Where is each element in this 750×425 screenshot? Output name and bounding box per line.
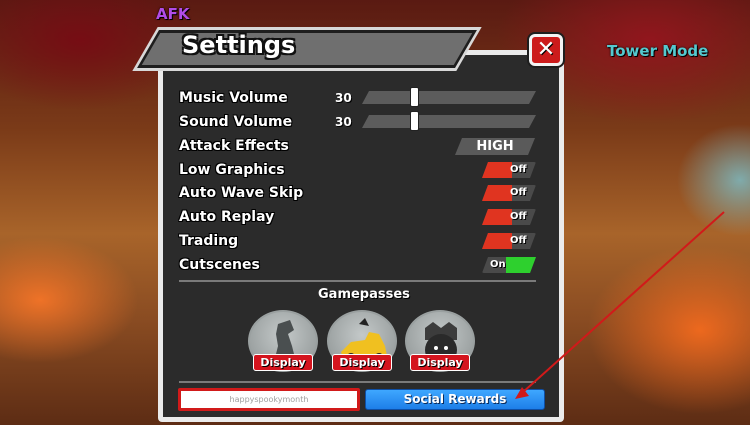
close-icon: ✕ <box>536 37 556 62</box>
auto-wave-skip-state: Off <box>510 187 527 198</box>
music-volume-slider[interactable] <box>362 91 536 104</box>
sound-volume-label: Sound Volume <box>179 114 293 130</box>
close-button[interactable]: ✕ <box>529 34 563 66</box>
gamepasses-title: Gamepasses <box>318 287 410 302</box>
music-volume-label: Music Volume <box>179 90 288 106</box>
low-graphics-label: Low Graphics <box>179 162 285 178</box>
music-volume-thumb[interactable] <box>410 87 420 107</box>
auto-replay-toggle[interactable]: Off <box>482 209 536 225</box>
cutscenes-toggle[interactable]: On <box>482 257 536 273</box>
trading-state: Off <box>510 235 527 246</box>
cutscenes-label: Cutscenes <box>179 257 260 273</box>
gamepass-display-button-3[interactable]: Display <box>410 354 470 371</box>
sound-volume-thumb[interactable] <box>410 111 420 131</box>
code-input[interactable] <box>178 388 360 411</box>
divider-bottom <box>179 381 536 383</box>
sound-volume-value: 30 <box>335 115 352 129</box>
auto-replay-label: Auto Replay <box>179 209 275 225</box>
social-rewards-button[interactable]: Social Rewards <box>365 389 545 410</box>
attack-effects-label: Attack Effects <box>179 138 289 154</box>
tower-mode-label: Tower Mode <box>607 42 709 60</box>
divider <box>179 280 536 282</box>
low-graphics-toggle[interactable]: Off <box>482 162 536 178</box>
music-volume-value: 30 <box>335 91 352 105</box>
attack-effects-button[interactable]: HIGH <box>455 138 535 155</box>
auto-replay-state: Off <box>510 211 527 222</box>
gamepass-display-button-2[interactable]: Display <box>332 354 392 371</box>
trading-toggle[interactable]: Off <box>482 233 536 249</box>
settings-title: Settings <box>182 31 296 59</box>
cutscenes-state: On <box>490 259 506 270</box>
afk-label: AFK <box>156 5 190 23</box>
trading-label: Trading <box>179 233 239 249</box>
auto-wave-skip-toggle[interactable]: Off <box>482 185 536 201</box>
auto-wave-skip-label: Auto Wave Skip <box>179 185 304 201</box>
sound-volume-slider[interactable] <box>362 115 536 128</box>
gamepass-display-button-1[interactable]: Display <box>253 354 313 371</box>
low-graphics-state: Off <box>510 164 527 175</box>
